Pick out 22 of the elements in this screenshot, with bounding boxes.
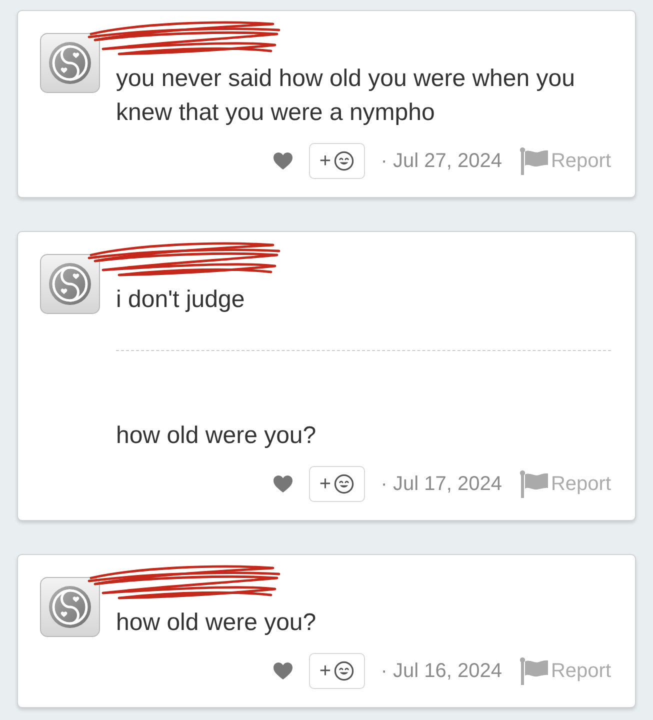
flag-icon [518,470,549,498]
yin-yang-avatar-icon [40,577,100,637]
flag-icon [518,657,549,685]
comment-text: you never said how old you were when you knew that you were a nympho [116,64,576,128]
add-reaction-button[interactable]: + [308,653,365,689]
add-reaction-button[interactable]: + [308,466,365,502]
comment-text: how old were you? [116,421,318,451]
heart-icon[interactable] [272,475,293,493]
comment-date: · Jul 17, 2024 [380,472,502,496]
yin-yang-avatar-icon [40,254,100,314]
smiley-icon [334,151,354,171]
comment-date: · Jul 27, 2024 [380,150,502,172]
comment-text: i don't judge [116,285,246,315]
add-reaction-button[interactable]: + [308,143,365,179]
smiley-icon [334,474,354,494]
flag-icon [518,147,549,175]
comment-text: how old were you? [116,608,318,638]
smiley-icon [334,661,354,681]
comment-date: · Jul 16, 2024 [380,660,502,682]
heart-icon[interactable] [272,152,293,170]
heart-icon[interactable] [272,662,293,680]
yin-yang-avatar-icon [40,33,100,93]
